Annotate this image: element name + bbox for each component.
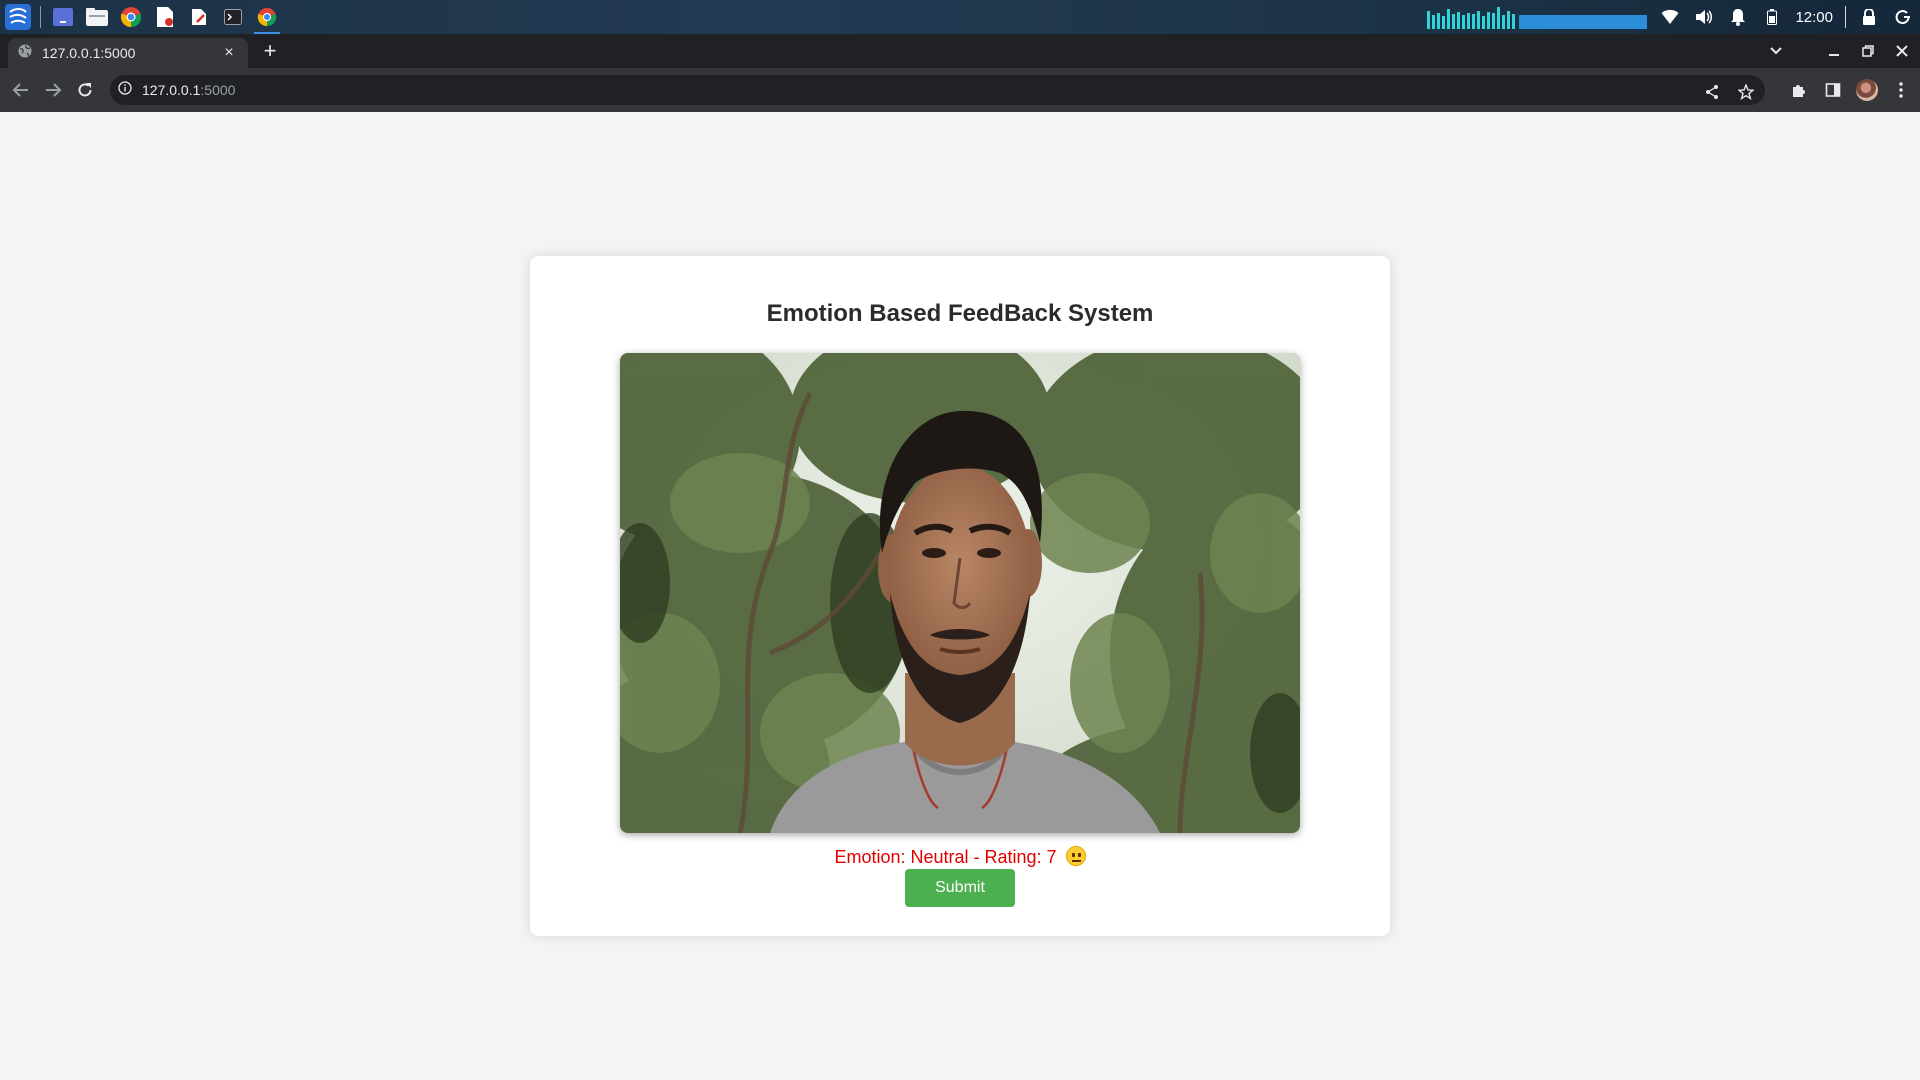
- bookmark-star-icon[interactable]: [1735, 80, 1757, 104]
- power-icon[interactable]: [1892, 5, 1914, 29]
- browser-toolbar: 127.0.0.1:5000: [0, 68, 1920, 112]
- extensions-puzzle-icon[interactable]: [1788, 78, 1810, 102]
- terminal-icon[interactable]: [217, 3, 249, 31]
- globe-icon: [18, 44, 32, 63]
- system-tray: 12:00: [1427, 0, 1914, 34]
- side-panel-icon[interactable]: [1822, 78, 1844, 102]
- site-info-icon[interactable]: [118, 80, 132, 100]
- url-host: 127.0.0.1: [142, 82, 201, 98]
- emotion-status-text: Emotion: Neutral - Rating: 7: [834, 847, 1057, 867]
- minimize-icon[interactable]: [1824, 40, 1844, 62]
- document-icon[interactable]: [183, 3, 215, 31]
- new-tab-button[interactable]: +: [258, 40, 282, 64]
- toolbar-actions: [1788, 78, 1912, 102]
- chrome-active-icon[interactable]: [251, 3, 283, 34]
- taskbar-separator: [40, 6, 41, 28]
- taskbar-apps: [2, 3, 283, 34]
- bell-icon[interactable]: [1727, 5, 1749, 29]
- wifi-icon[interactable]: [1659, 5, 1681, 29]
- browser-tabstrip: 127.0.0.1:5000 × +: [0, 34, 1920, 68]
- battery-icon: [1761, 5, 1783, 29]
- restore-icon[interactable]: [1858, 40, 1878, 62]
- tab-close-icon[interactable]: ×: [220, 44, 238, 62]
- submit-button[interactable]: Submit: [905, 869, 1015, 907]
- chrome-icon[interactable]: [115, 3, 147, 31]
- url-port: :5000: [200, 82, 236, 98]
- audio-visualizer: [1427, 5, 1648, 29]
- feedback-card: Emotion Based FeedBack System Emotion: N…: [530, 256, 1390, 936]
- profile-avatar[interactable]: [1856, 78, 1878, 102]
- tray-separator: [1845, 6, 1846, 28]
- tab-title: 127.0.0.1:5000: [42, 45, 136, 61]
- forward-arrow-icon[interactable]: [42, 79, 64, 101]
- pdf-icon[interactable]: [149, 3, 181, 31]
- launcher-icon[interactable]: [2, 3, 34, 31]
- clock[interactable]: 12:00: [1795, 9, 1833, 26]
- lock-icon[interactable]: [1858, 5, 1880, 29]
- emotion-status: Emotion: Neutral - Rating: 7: [530, 846, 1390, 868]
- reload-icon[interactable]: [74, 79, 96, 101]
- omnibox-actions: [1701, 80, 1757, 104]
- webcam-feed-image: [620, 353, 1300, 833]
- window-controls: [1766, 40, 1912, 62]
- audio-visualizer-waveform: [1519, 15, 1648, 29]
- file-manager-icon[interactable]: [81, 3, 113, 31]
- volume-icon[interactable]: [1693, 5, 1715, 29]
- close-icon[interactable]: [1892, 40, 1912, 62]
- browser-tab[interactable]: 127.0.0.1:5000 ×: [8, 38, 248, 68]
- workspace-icon[interactable]: [47, 3, 79, 31]
- share-icon[interactable]: [1701, 80, 1723, 104]
- menu-kebab-icon[interactable]: [1890, 78, 1912, 102]
- tab-search-chevron-icon[interactable]: [1766, 40, 1786, 62]
- os-taskbar: 12:00: [0, 0, 1920, 34]
- page-title: Emotion Based FeedBack System: [766, 300, 1154, 327]
- address-bar[interactable]: 127.0.0.1:5000: [110, 75, 1765, 105]
- neutral-face-emoji: [1065, 846, 1086, 866]
- page-viewport: Emotion Based FeedBack System Emotion: N…: [0, 112, 1920, 1080]
- back-arrow-icon[interactable]: [10, 79, 32, 101]
- webcam-feed: [620, 353, 1300, 833]
